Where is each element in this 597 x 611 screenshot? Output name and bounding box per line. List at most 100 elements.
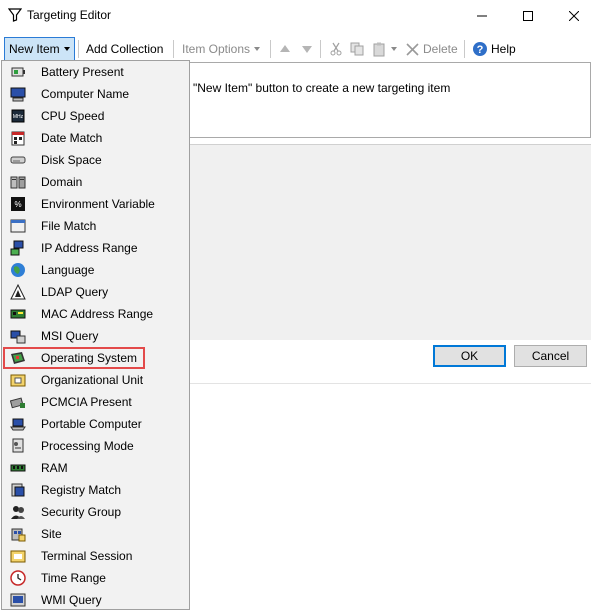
menu-item-ldap-query[interactable]: LDAP Query <box>4 281 187 303</box>
domain-icon <box>10 176 26 189</box>
toolbar-separator <box>464 40 465 58</box>
network-card-icon <box>10 309 26 319</box>
menu-item-battery-present[interactable]: Battery Present <box>4 61 187 83</box>
delete-label: Delete <box>423 42 458 56</box>
cancel-button[interactable]: Cancel <box>514 345 587 367</box>
item-options-button[interactable]: Item Options <box>178 37 264 61</box>
toolbar-separator <box>270 40 271 58</box>
menu-item-site[interactable]: Site <box>4 523 187 545</box>
clipboard-icon <box>373 42 385 56</box>
cut-button[interactable] <box>325 37 347 61</box>
menu-item-disk-space[interactable]: Disk Space <box>4 149 187 171</box>
menu-item-portable-computer[interactable]: Portable Computer <box>4 413 187 435</box>
battery-icon <box>11 67 25 77</box>
menu-item-computer-name[interactable]: Computer Name <box>4 83 187 105</box>
menu-item-label: Time Range <box>41 571 106 585</box>
maximize-icon <box>523 11 533 21</box>
svg-text:MHz: MHz <box>13 114 24 120</box>
ip-address-icon <box>10 240 24 256</box>
minimize-icon <box>477 15 487 17</box>
close-icon <box>569 11 579 21</box>
file-icon <box>10 219 26 233</box>
site-icon <box>11 528 26 542</box>
arrow-down-icon <box>302 46 312 53</box>
wmi-query-icon <box>10 593 26 607</box>
menu-item-label: Battery Present <box>41 65 124 79</box>
terminal-session-icon <box>10 550 26 563</box>
menu-item-label: Computer Name <box>41 87 130 101</box>
help-label: Help <box>491 42 516 56</box>
menu-item-label: Domain <box>41 175 83 189</box>
cpu-icon: MHz <box>11 109 25 123</box>
menu-item-pcmcia-present[interactable]: PCMCIA Present <box>4 391 187 413</box>
svg-text:%: % <box>14 200 21 209</box>
menu-item-ip-address-range[interactable]: IP Address Range <box>4 237 187 259</box>
toolbar-separator <box>78 40 79 58</box>
maximize-button[interactable] <box>505 0 551 32</box>
close-button[interactable] <box>551 0 597 32</box>
registry-icon <box>11 483 25 497</box>
menu-item-file-match[interactable]: File Match <box>4 215 187 237</box>
move-up-button[interactable] <box>275 37 295 61</box>
menu-item-label: CPU Speed <box>41 109 105 123</box>
menu-item-label: MSI Query <box>41 329 99 343</box>
delete-button[interactable]: Delete <box>402 37 462 61</box>
empty-hint-text: "New Item" button to create a new target… <box>193 81 451 95</box>
svg-text:?: ? <box>477 44 484 56</box>
targeting-editor-window: Targeting Editor New Item Add Collection… <box>0 0 597 610</box>
copy-button[interactable] <box>346 37 368 61</box>
copy-icon <box>350 42 364 56</box>
menu-item-wmi-query[interactable]: WMI Query <box>4 589 187 611</box>
menu-item-label: Organizational Unit <box>41 373 144 387</box>
help-button[interactable]: ? Help <box>468 37 520 61</box>
clock-icon <box>10 570 26 586</box>
window-title: Targeting Editor <box>27 8 112 22</box>
menu-item-mac-address-range[interactable]: MAC Address Range <box>4 303 187 325</box>
operating-system-icon <box>11 352 25 364</box>
delete-x-icon <box>406 42 419 56</box>
menu-item-organizational-unit[interactable]: Organizational Unit <box>4 369 187 391</box>
move-down-button[interactable] <box>297 37 317 61</box>
menu-item-ram[interactable]: RAM <box>4 457 187 479</box>
menu-item-label: Date Match <box>41 131 103 145</box>
menu-item-date-match[interactable]: Date Match <box>4 127 187 149</box>
menu-item-cpu-speed[interactable]: MHz CPU Speed <box>4 105 187 127</box>
globe-icon <box>11 263 25 277</box>
laptop-icon <box>10 418 26 431</box>
organizational-unit-icon <box>10 374 26 387</box>
scissors-icon <box>330 42 342 56</box>
menu-item-label: Security Group <box>41 505 122 519</box>
menu-item-terminal-session[interactable]: Terminal Session <box>4 545 187 567</box>
computer-icon <box>10 87 26 102</box>
help-icon: ? <box>473 42 487 56</box>
add-collection-button[interactable]: Add Collection <box>82 37 167 61</box>
paste-button[interactable] <box>368 37 401 61</box>
processing-mode-icon <box>12 438 24 453</box>
menu-item-language[interactable]: Language <box>4 259 187 281</box>
menu-item-registry-match[interactable]: Registry Match <box>4 479 187 501</box>
title-bar: Targeting Editor <box>0 0 597 32</box>
menu-item-processing-mode[interactable]: Processing Mode <box>4 435 187 457</box>
security-group-icon <box>11 506 25 519</box>
pcmcia-icon <box>10 397 25 409</box>
menu-item-operating-system[interactable]: Operating System <box>3 347 145 369</box>
menu-item-label: Terminal Session <box>41 549 133 563</box>
new-item-button[interactable]: New Item <box>4 37 75 61</box>
chevron-down-icon <box>254 47 261 51</box>
menu-item-label: Operating System <box>41 351 138 365</box>
menu-item-label: Processing Mode <box>41 439 134 453</box>
menu-item-environment-variable[interactable]: % Environment Variable <box>4 193 187 215</box>
menu-item-label: WMI Query <box>41 593 102 607</box>
menu-item-domain[interactable]: Domain <box>4 171 187 193</box>
chevron-down-icon <box>391 47 397 51</box>
menu-item-label: PCMCIA Present <box>41 395 132 409</box>
menu-item-time-range[interactable]: Time Range <box>4 567 187 589</box>
ok-button[interactable]: OK <box>433 345 506 367</box>
filter-icon <box>8 8 22 22</box>
minimize-button[interactable] <box>459 0 505 32</box>
menu-item-msi-query[interactable]: MSI Query <box>4 325 187 347</box>
toolbar-separator <box>320 40 321 58</box>
menu-item-security-group[interactable]: Security Group <box>4 501 187 523</box>
ram-icon <box>10 464 26 472</box>
disk-icon <box>10 156 26 164</box>
